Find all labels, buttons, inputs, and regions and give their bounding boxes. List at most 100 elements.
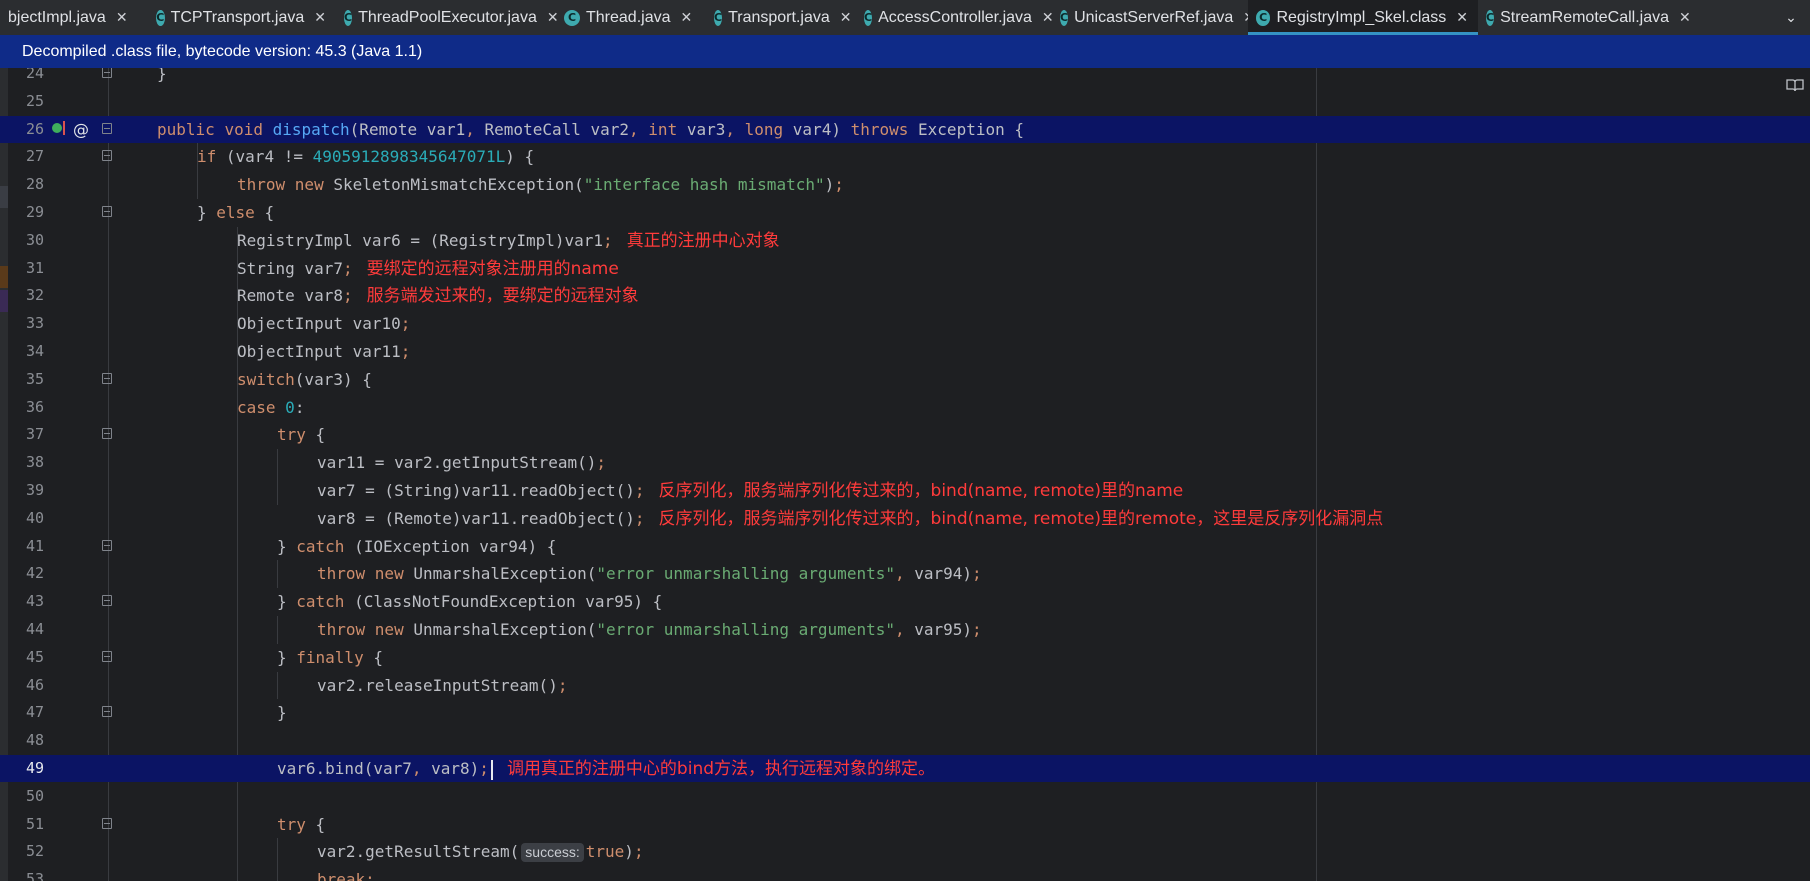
code-token: ;	[633, 842, 644, 862]
chevron-down-icon[interactable]: ⌄	[1772, 0, 1810, 35]
line-number: 40	[25, 508, 44, 527]
code-token: ;	[342, 258, 353, 278]
code-line[interactable]: 33 ObjectInput var10;	[0, 310, 1810, 337]
line-number: 46	[25, 675, 44, 694]
code-line[interactable]: 50	[0, 783, 1810, 810]
tab-transport-java[interactable]: C Transport.java ✕	[706, 0, 856, 35]
code-token: }	[197, 203, 217, 222]
fold-icon[interactable]	[102, 372, 112, 384]
code-line[interactable]: 26 @ public void dispatch(Remote var1, Rem…	[0, 115, 1810, 143]
tab-streamremotecall-java[interactable]: C StreamRemoteCall.java ✕	[1478, 0, 1691, 35]
code-line[interactable]: 53 break;	[0, 866, 1810, 881]
code-line[interactable]: 35 switch(var3) {	[0, 366, 1810, 393]
code-line[interactable]: 51 try {	[0, 811, 1810, 838]
code-line[interactable]: 46 var2.releaseInputStream();	[0, 672, 1810, 699]
code-text: }	[157, 68, 167, 87]
code-line[interactable]: 27 if (var4 != 4905912898345647071L) {	[0, 143, 1810, 170]
code-token: }	[157, 68, 167, 83]
fold-icon[interactable]	[102, 595, 112, 607]
reader-mode-icon[interactable]	[1786, 78, 1804, 92]
code-line[interactable]: 29 } else {	[0, 199, 1810, 226]
tab-tcptransport-java[interactable]: C TCPTransport.java ✕	[148, 0, 336, 35]
fold-icon[interactable]	[102, 122, 112, 134]
annotation-comment: 服务端发过来的，要绑定的远程对象	[366, 286, 639, 307]
code-line[interactable]: 52 var2.getResultStream(success: true);	[0, 838, 1810, 865]
code-token: ;	[400, 342, 411, 361]
code-text: var11 = var2.getInputStream();	[317, 449, 606, 476]
code-line[interactable]: 41} catch (IOException var94) {	[0, 533, 1810, 560]
code-token: try	[277, 425, 316, 445]
code-line[interactable]: 48	[0, 727, 1810, 754]
code-token: ,	[725, 119, 745, 139]
fold-icon[interactable]	[102, 706, 112, 718]
code-line[interactable]: 47}	[0, 699, 1810, 726]
tab-thread-java[interactable]: C Thread.java ✕	[556, 0, 706, 35]
code-token: (ClassNotFoundException var95) {	[354, 592, 663, 612]
code-token: }	[277, 647, 297, 667]
code-token: var7 = (String)var11.readObject()	[317, 481, 635, 500]
close-icon[interactable]: ✕	[116, 9, 128, 26]
code-token: ;	[400, 314, 411, 334]
code-line[interactable]: 37 try {	[0, 421, 1810, 448]
override-arrow-icon[interactable]	[63, 120, 65, 135]
code-line[interactable]: 31 String var7; 要绑定的远程对象注册用的name	[0, 255, 1810, 282]
abstract-class-icon: C	[714, 9, 723, 26]
code-text: ObjectInput var11;	[237, 338, 410, 365]
annotation-marker-icon[interactable]: @	[73, 116, 89, 143]
code-token: :	[294, 397, 305, 417]
code-line[interactable]: 32 Remote var8; 服务端发过来的，要绑定的远程对象	[0, 282, 1810, 309]
code-line[interactable]: 28 throw new SkeletonMismatchException("i…	[0, 171, 1810, 198]
fold-icon[interactable]	[102, 817, 112, 829]
close-icon[interactable]: ✕	[314, 9, 326, 26]
code-token: "interface hash mismatch"	[583, 175, 825, 195]
line-number: 42	[25, 564, 44, 583]
close-icon[interactable]: ✕	[1679, 9, 1691, 26]
code-line[interactable]: 25	[0, 88, 1810, 115]
line-number: 29	[25, 203, 44, 221]
code-line[interactable]: 39 var7 = (String)var11.readObject(); 反序列化…	[0, 477, 1810, 504]
code-line[interactable]: 44 throw new UnmarshalException("error un…	[0, 616, 1810, 643]
code-text: throw new UnmarshalException("error unma…	[317, 560, 982, 587]
fold-icon[interactable]	[102, 206, 112, 217]
code-line[interactable]: 40 var8 = (Remote)var11.readObject(); 反序列化…	[0, 505, 1810, 532]
code-token: var8)	[431, 759, 480, 778]
tab-bjectimpl-java[interactable]: bjectImpl.java ✕	[0, 0, 148, 35]
code-line[interactable]: 43} catch (ClassNotFoundException var95)…	[0, 588, 1810, 615]
tab-threadpoolexecutor-java[interactable]: C ThreadPoolExecutor.java ✕	[336, 0, 559, 35]
fold-icon[interactable]	[102, 539, 112, 551]
decompiled-banner: Decompiled .class file, bytecode version…	[0, 35, 1810, 68]
code-token: Remote var8	[237, 286, 343, 306]
code-token: Exception {	[918, 119, 1024, 139]
code-token: int	[648, 119, 687, 139]
code-token: public	[157, 119, 225, 139]
code-token: )	[624, 842, 634, 862]
code-line[interactable]: 30 RegistryImpl var6 = (RegistryImpl)var1…	[0, 227, 1810, 254]
fold-icon[interactable]	[102, 68, 112, 78]
close-icon[interactable]: ✕	[840, 9, 852, 26]
code-text: throw new SkeletonMismatchException("int…	[237, 171, 844, 198]
code-line[interactable]: 34 ObjectInput var11;	[0, 338, 1810, 365]
code-editor[interactable]: 24} 25 26 @ public void dispatch(Remote var1…	[0, 68, 1810, 881]
close-icon[interactable]: ✕	[681, 9, 693, 26]
code-line[interactable]: 36 case 0:	[0, 394, 1810, 421]
tab-accesscontroller-java[interactable]: C AccessController.java ✕	[856, 0, 1054, 35]
code-line[interactable]: 24}	[0, 68, 1810, 87]
code-token: )	[824, 175, 835, 195]
close-icon[interactable]: ✕	[1456, 9, 1468, 26]
tab-registryimpl-skel-class[interactable]: C RegistryImpl_Skel.class ✕	[1248, 0, 1478, 35]
code-line[interactable]: 49 var6.bind(var7, var8); 调用真正的注册中心的bind方法…	[0, 755, 1810, 782]
code-line[interactable]: 38 var11 = var2.getInputStream();	[0, 449, 1810, 476]
code-text: break;	[317, 866, 375, 881]
code-text: } else {	[197, 199, 274, 226]
fold-icon[interactable]	[102, 428, 112, 440]
code-text: }	[277, 699, 287, 726]
code-token: long	[744, 119, 793, 139]
code-line[interactable]: 45} finally {	[0, 644, 1810, 671]
fold-icon[interactable]	[102, 650, 112, 662]
line-number: 48	[25, 731, 44, 750]
code-token: 0	[285, 397, 295, 417]
tab-unicastserverref-java[interactable]: CUnicastServerRef.java✕	[1052, 0, 1255, 35]
fold-icon[interactable]	[102, 150, 112, 162]
code-line[interactable]: 42 throw new UnmarshalException("error un…	[0, 560, 1810, 587]
implementation-marker-icon[interactable]	[52, 122, 62, 133]
